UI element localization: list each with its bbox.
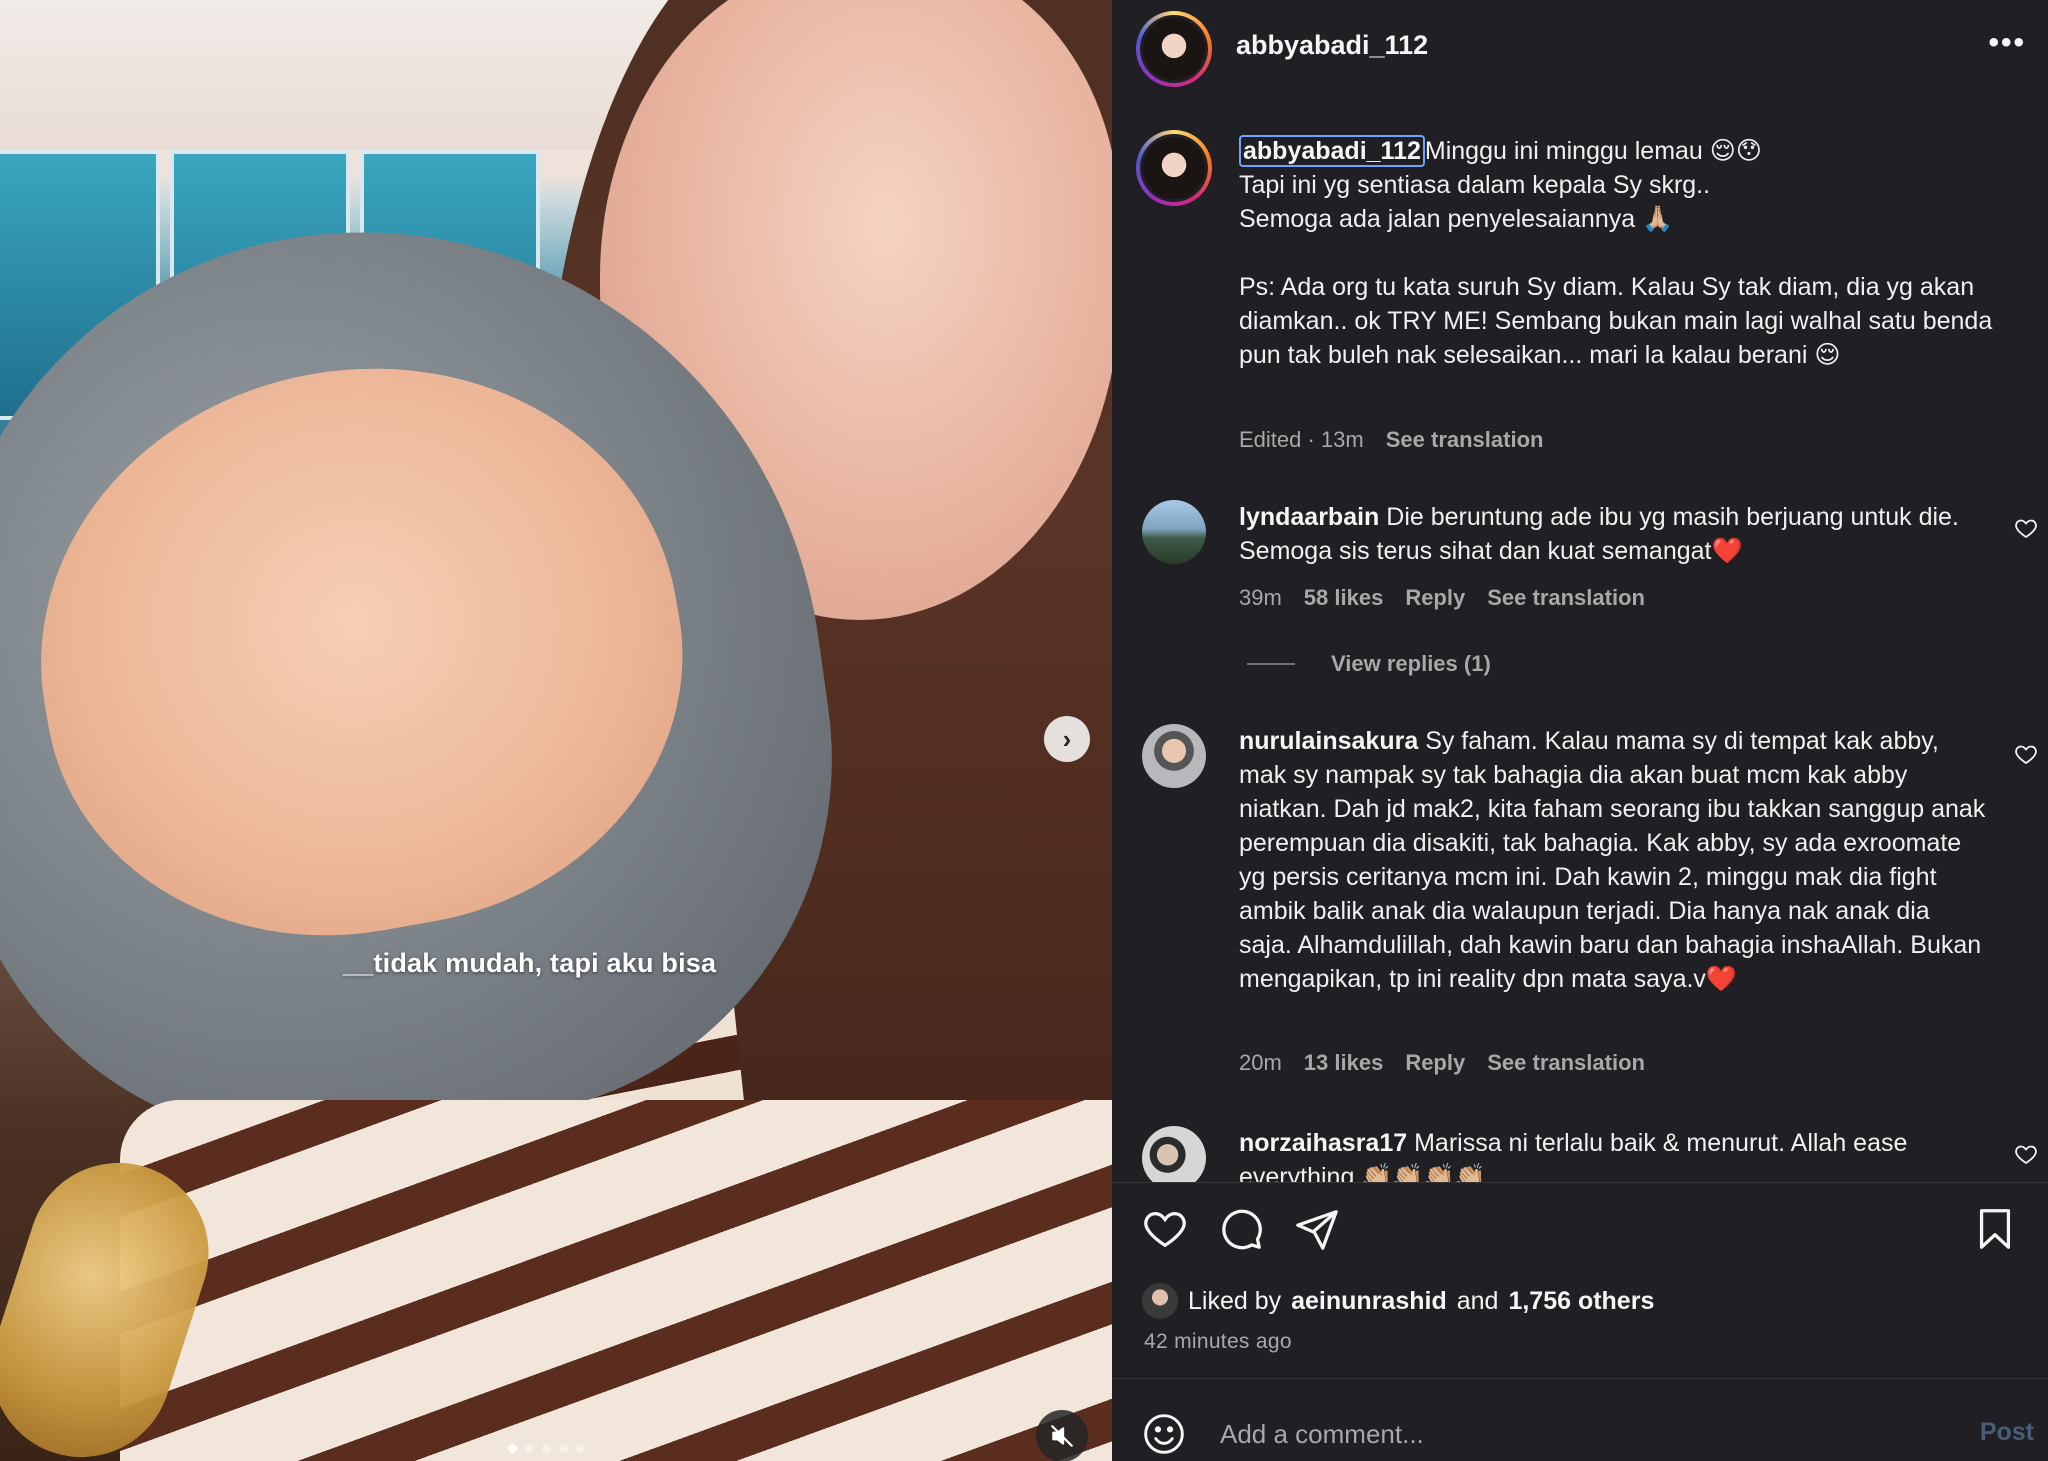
comment-meta: 20m 13 likes Reply See translation <box>1239 1050 1645 1076</box>
comment-like-heart-icon[interactable] <box>2014 516 2038 540</box>
comment-time: 39m <box>1239 585 1282 610</box>
comment-likes[interactable]: 58 likes <box>1304 585 1384 611</box>
carousel-next-button[interactable]: › <box>1044 716 1090 762</box>
post-header: abbyabadi_112 ••• <box>1112 0 2048 96</box>
commenter-avatar[interactable] <box>1142 500 1206 564</box>
comment-time: 20m <box>1239 1050 1282 1075</box>
chevron-right-icon: › <box>1062 723 1072 754</box>
commenter-username[interactable]: lyndaarbain <box>1239 503 1379 531</box>
caption-meta: Edited · 13m See translation <box>1239 427 1543 453</box>
commenter-avatar[interactable] <box>1142 1126 1206 1182</box>
comment-item: lyndaarbain Die beruntung ade ibu yg mas… <box>1239 500 1989 568</box>
section-divider <box>1112 1182 2048 1183</box>
save-bookmark-icon[interactable] <box>1972 1206 2018 1252</box>
media-overlay-caption: __tidak mudah, tapi aku bisa <box>343 948 717 978</box>
replies-divider-line <box>1247 663 1295 665</box>
comment-likes[interactable]: 13 likes <box>1304 1050 1384 1076</box>
post-actions-bar <box>1112 1200 2048 1260</box>
post-timestamp: 42 minutes ago <box>1144 1330 1292 1353</box>
see-translation-link[interactable]: See translation <box>1487 1050 1645 1076</box>
comment-item: norzaihasra17 Marissa ni terlalu baik & … <box>1239 1126 1989 1182</box>
commenter-username[interactable]: nurulainsakura <box>1239 727 1418 755</box>
carousel-dot <box>576 1444 585 1453</box>
comment-text: Sy faham. Kalau mama sy di tempat kak ab… <box>1239 727 1986 993</box>
comment-like-heart-icon[interactable] <box>2014 742 2038 766</box>
caption-author-avatar[interactable] <box>1136 130 1212 206</box>
carousel-dot <box>559 1444 568 1453</box>
like-heart-icon[interactable] <box>1142 1206 1188 1252</box>
likes-summary: Liked by aeinunrashid and 1,756 others <box>1142 1283 1654 1319</box>
commenter-avatar[interactable] <box>1142 724 1206 788</box>
see-translation-link[interactable]: See translation <box>1487 585 1645 611</box>
avatar-image <box>1143 18 1205 80</box>
comment-like-heart-icon[interactable] <box>2014 1142 2038 1166</box>
carousel-dot <box>525 1444 534 1453</box>
liker-username[interactable]: aeinunrashid <box>1291 1287 1447 1316</box>
reply-button[interactable]: Reply <box>1405 1050 1465 1076</box>
mute-button[interactable] <box>1036 1410 1088 1461</box>
comment-bubble-icon[interactable] <box>1218 1206 1264 1252</box>
carousel-indicator <box>508 1444 585 1453</box>
post-caption: abbyabadi_112 Minggu ini minggu lemau 😌😯 … <box>1239 134 2019 372</box>
caption-username[interactable]: abbyabadi_112 <box>1239 135 1425 167</box>
reply-button[interactable]: Reply <box>1405 585 1465 611</box>
liker-avatar[interactable] <box>1142 1283 1178 1319</box>
speaker-muted-icon <box>1051 1425 1073 1447</box>
share-send-icon[interactable] <box>1294 1206 1340 1252</box>
post-side-panel: abbyabadi_112 ••• abbyabadi_112 Minggu in… <box>1112 0 2048 1461</box>
liked-by-prefix: Liked by <box>1188 1286 1282 1315</box>
section-divider <box>1112 1378 2048 1379</box>
instagram-post-modal: __tidak mudah, tapi aku bisa › abbyabadi… <box>0 0 2048 1461</box>
comments-list: abbyabadi_112 Minggu ini minggu lemau 😌😯 … <box>1112 96 2048 1182</box>
more-options-icon[interactable]: ••• <box>1988 28 2026 58</box>
caption-line: Semoga ada jalan penyelesaiannya 🙏🏼 <box>1239 205 1674 233</box>
liked-by-and: and <box>1456 1286 1499 1315</box>
comment-item: nurulainsakura Sy faham. Kalau mama sy d… <box>1239 724 1989 996</box>
author-avatar[interactable] <box>1136 11 1212 87</box>
media-figure <box>120 1100 1112 1461</box>
emoji-smiley-icon[interactable] <box>1142 1412 1186 1456</box>
author-username[interactable]: abbyabadi_112 <box>1236 30 1428 61</box>
post-comment-button[interactable]: Post <box>1980 1418 2034 1447</box>
see-translation-link[interactable]: See translation <box>1386 427 1544 453</box>
carousel-dot <box>508 1444 517 1453</box>
view-replies-label: View replies (1) <box>1331 651 1491 676</box>
comment-input[interactable] <box>1220 1414 1900 1454</box>
view-replies-button[interactable]: View replies (1) <box>1247 651 1491 677</box>
carousel-dot <box>542 1444 551 1453</box>
comment-meta: 39m 58 likes Reply See translation <box>1239 585 1645 611</box>
commenter-username[interactable]: norzaihasra17 <box>1239 1129 1407 1157</box>
add-comment-bar: Post <box>1112 1400 2048 1460</box>
likes-count-link[interactable]: 1,756 others <box>1508 1287 1654 1316</box>
caption-edited-time: Edited · 13m <box>1239 427 1364 452</box>
caption-line: Minggu ini minggu lemau 😌😯 <box>1424 137 1762 165</box>
caption-line: Tapi ini yg sentiasa dalam kepala Sy skr… <box>1239 171 1711 199</box>
post-media[interactable]: __tidak mudah, tapi aku bisa › <box>0 0 1112 1461</box>
caption-line: Ps: Ada org tu kata suruh Sy diam. Kalau… <box>1239 273 1993 369</box>
avatar-image <box>1143 137 1205 199</box>
